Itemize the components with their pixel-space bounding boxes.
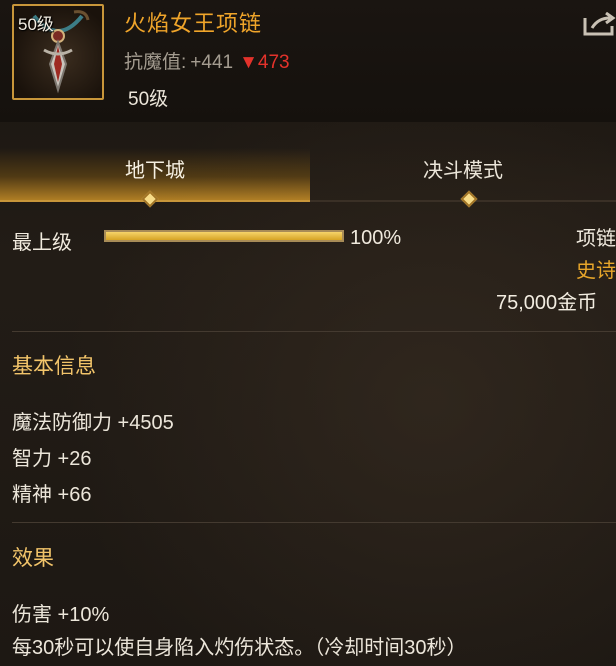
max-level-progress-bar <box>104 230 344 242</box>
basic-info-title: 基本信息 <box>12 355 96 378</box>
stat-spirit: 精神 +66 <box>12 484 92 506</box>
magic-resist-decrease: ▼473 <box>239 52 290 73</box>
stat-intelligence: 智力 +26 <box>12 448 92 470</box>
max-level-progress-text: 100% <box>350 227 402 249</box>
tab-dungeon-label: 地下城 <box>125 160 185 182</box>
effects-title: 效果 <box>12 547 54 570</box>
necklace-icon[interactable]: 50级 <box>12 4 104 100</box>
tab-duel-label: 决斗模式 <box>423 160 503 182</box>
magic-resist-label: 抗魔值: <box>124 52 187 73</box>
share-icon[interactable] <box>582 11 616 38</box>
stat-magic-defense: 魔法防御力 +4505 <box>12 412 174 434</box>
item-level: 50级 <box>128 89 169 110</box>
item-price: 75,000金币 <box>496 292 598 314</box>
magic-resist-value: +441 <box>190 52 234 73</box>
item-type: 项链 <box>576 228 616 250</box>
item-name: 火焰女王项链 <box>124 11 263 36</box>
item-rarity: 史诗 <box>576 260 616 282</box>
tab-duel[interactable]: 决斗模式 <box>310 148 616 200</box>
divider <box>12 522 616 523</box>
item-header: 50级 火焰女王项链 抗魔值: +441 ▼473 50级 <box>0 0 616 122</box>
item-icon-level: 50级 <box>18 15 54 34</box>
divider <box>12 331 616 332</box>
item-detail-panel: 50级 火焰女王项链 抗魔值: +441 ▼473 50级 地下城 决斗模式 最上级… <box>0 0 616 666</box>
max-level-label: 最上级 <box>12 232 72 254</box>
max-level-progress-fill <box>106 232 342 240</box>
effect-burn-description: 每30秒可以使自身陷入灼伤状态。（冷却时间30秒） <box>12 637 467 659</box>
magic-resist-decrease-value: 473 <box>257 52 290 73</box>
magic-resist-row: 抗魔值: +441 ▼473 <box>124 47 290 74</box>
tab-underline <box>0 200 616 202</box>
tab-dungeon[interactable]: 地下城 <box>0 148 310 200</box>
mode-tabs: 地下城 决斗模式 <box>0 148 616 208</box>
effect-damage: 伤害 +10% <box>12 604 110 626</box>
down-arrow-icon: ▼ <box>239 52 258 73</box>
